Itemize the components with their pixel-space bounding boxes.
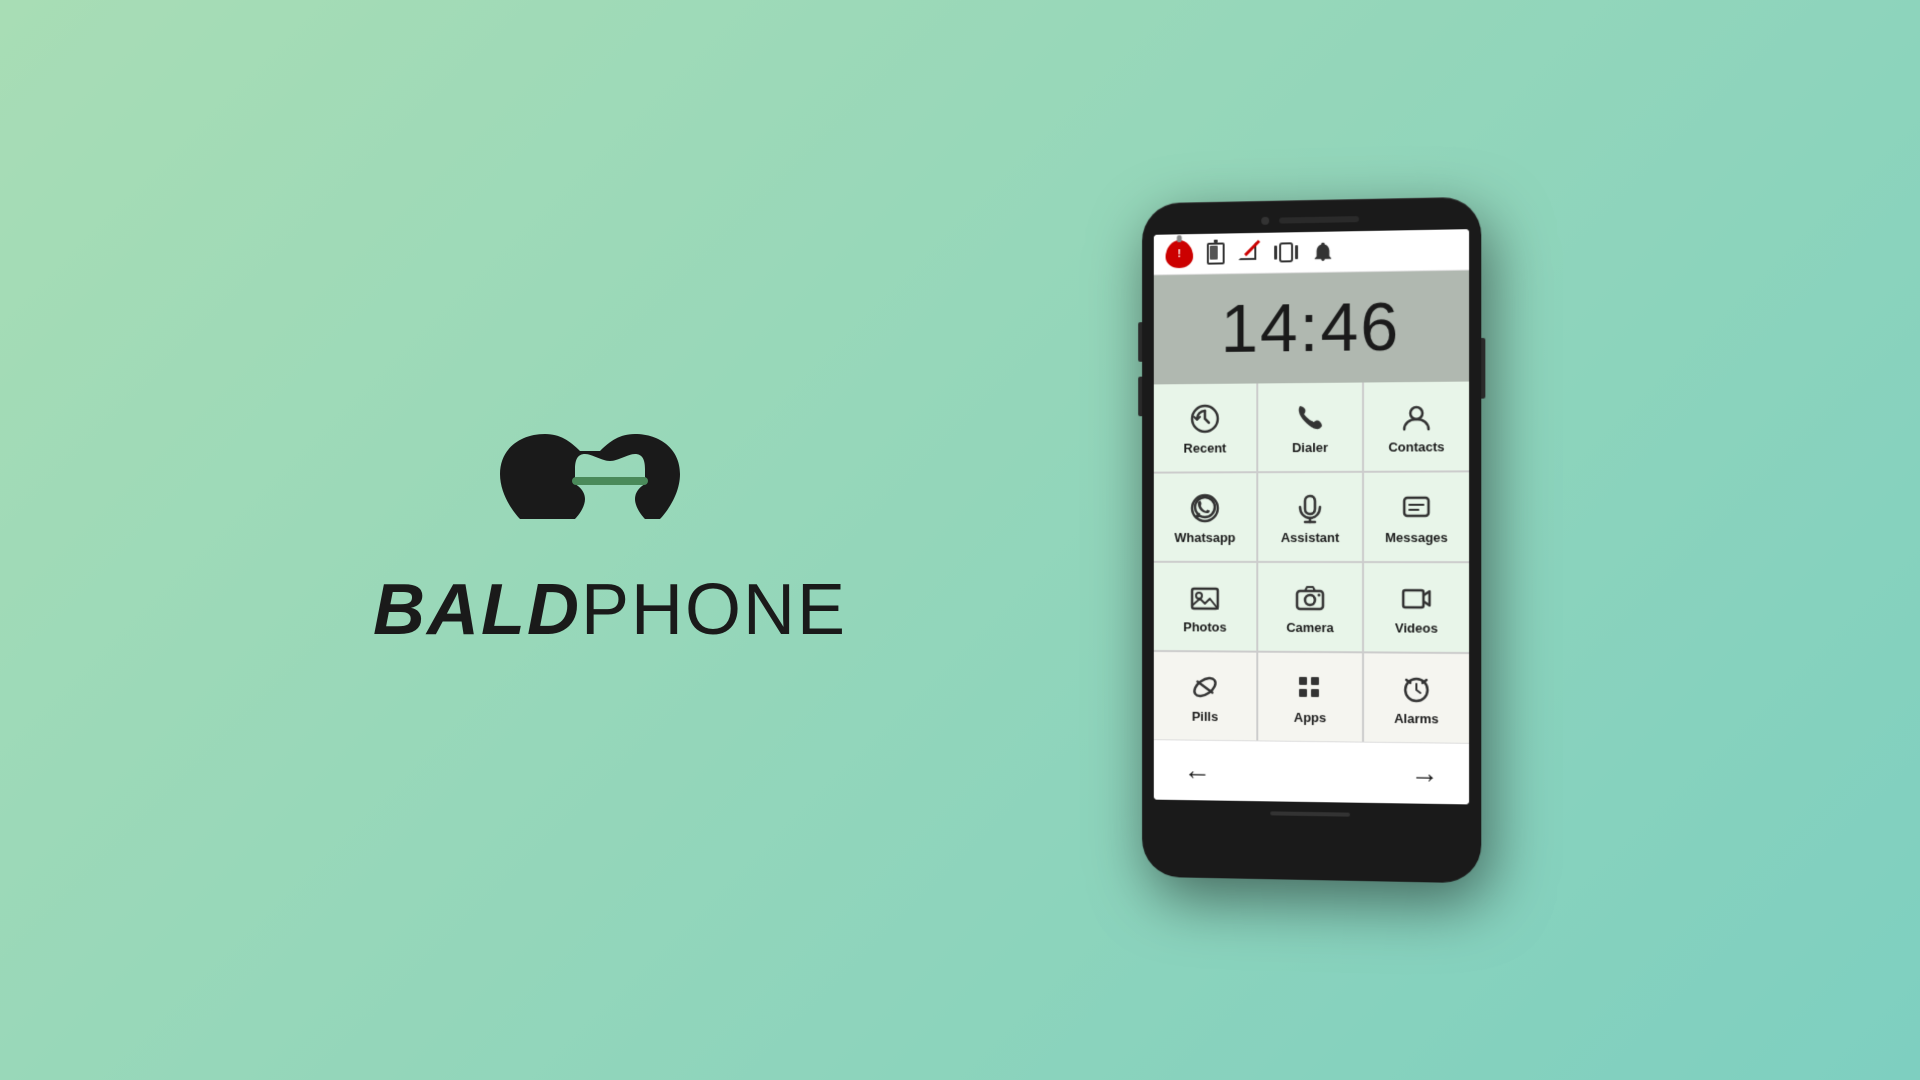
assistant-label: Assistant — [1281, 529, 1339, 544]
videos-button[interactable]: Videos — [1364, 563, 1469, 652]
volume-down-button — [1138, 377, 1142, 417]
app-grid: Recent Dialer Contacts — [1154, 382, 1469, 743]
assistant-icon — [1294, 491, 1326, 523]
videos-label: Videos — [1395, 620, 1438, 635]
battery-icon — [1207, 242, 1225, 264]
no-signal-icon — [1238, 242, 1260, 264]
recent-label: Recent — [1184, 440, 1227, 455]
camera-label: Camera — [1286, 619, 1334, 634]
phone-section: ! — [960, 200, 1660, 880]
status-bar: ! — [1154, 229, 1469, 275]
pills-label: Pills — [1192, 708, 1218, 723]
alert-icon: ! — [1166, 240, 1194, 268]
photos-button[interactable]: Photos — [1154, 563, 1256, 651]
camera-button[interactable]: Camera — [1258, 563, 1362, 651]
earpiece-speaker — [1279, 216, 1359, 223]
contacts-icon — [1400, 401, 1432, 433]
bell-icon — [1312, 241, 1334, 263]
whatsapp-button[interactable]: Whatsapp — [1154, 473, 1256, 561]
phone-handset-icon — [490, 429, 730, 549]
dialer-button[interactable]: Dialer — [1258, 383, 1362, 472]
messages-icon — [1400, 491, 1432, 523]
pills-button[interactable]: Pills — [1154, 652, 1256, 740]
recent-button[interactable]: Recent — [1154, 383, 1256, 471]
camera-icon — [1294, 581, 1326, 613]
dialer-label: Dialer — [1292, 439, 1328, 454]
whatsapp-label: Whatsapp — [1174, 530, 1235, 545]
front-camera — [1261, 217, 1269, 225]
apps-icon — [1294, 671, 1326, 703]
phone-bottom-bar — [1154, 800, 1469, 823]
messages-label: Messages — [1385, 529, 1448, 544]
videos-icon — [1400, 582, 1432, 614]
logo-section: BALDPHONE — [260, 429, 960, 651]
recent-icon — [1189, 402, 1221, 434]
alarms-button[interactable]: Alarms — [1364, 653, 1469, 743]
vibrate-icon — [1274, 242, 1298, 262]
apps-button[interactable]: Apps — [1258, 653, 1362, 742]
alarms-icon — [1400, 672, 1432, 704]
phone-frame: ! — [1142, 197, 1481, 884]
photos-label: Photos — [1183, 619, 1226, 634]
clock-display: 14:46 — [1154, 271, 1469, 385]
alarms-label: Alarms — [1394, 710, 1439, 726]
dialer-icon — [1294, 401, 1326, 433]
contacts-label: Contacts — [1388, 439, 1444, 454]
contacts-button[interactable]: Contacts — [1364, 382, 1469, 471]
phone-screen: ! — [1154, 229, 1469, 804]
photos-icon — [1189, 581, 1221, 613]
assistant-button[interactable]: Assistant — [1258, 473, 1362, 561]
volume-up-button — [1138, 322, 1142, 362]
back-button[interactable]: ← — [1183, 754, 1211, 786]
power-button — [1481, 338, 1485, 399]
forward-button[interactable]: → — [1410, 757, 1438, 790]
pills-icon — [1189, 671, 1221, 703]
navigation-row: ← → — [1154, 739, 1469, 804]
apps-label: Apps — [1294, 709, 1326, 724]
clock-time: 14:46 — [1170, 287, 1453, 369]
home-bar — [1270, 811, 1350, 816]
brand-name: BALDPHONE — [373, 569, 847, 651]
whatsapp-icon — [1189, 492, 1221, 524]
messages-button[interactable]: Messages — [1364, 472, 1469, 561]
